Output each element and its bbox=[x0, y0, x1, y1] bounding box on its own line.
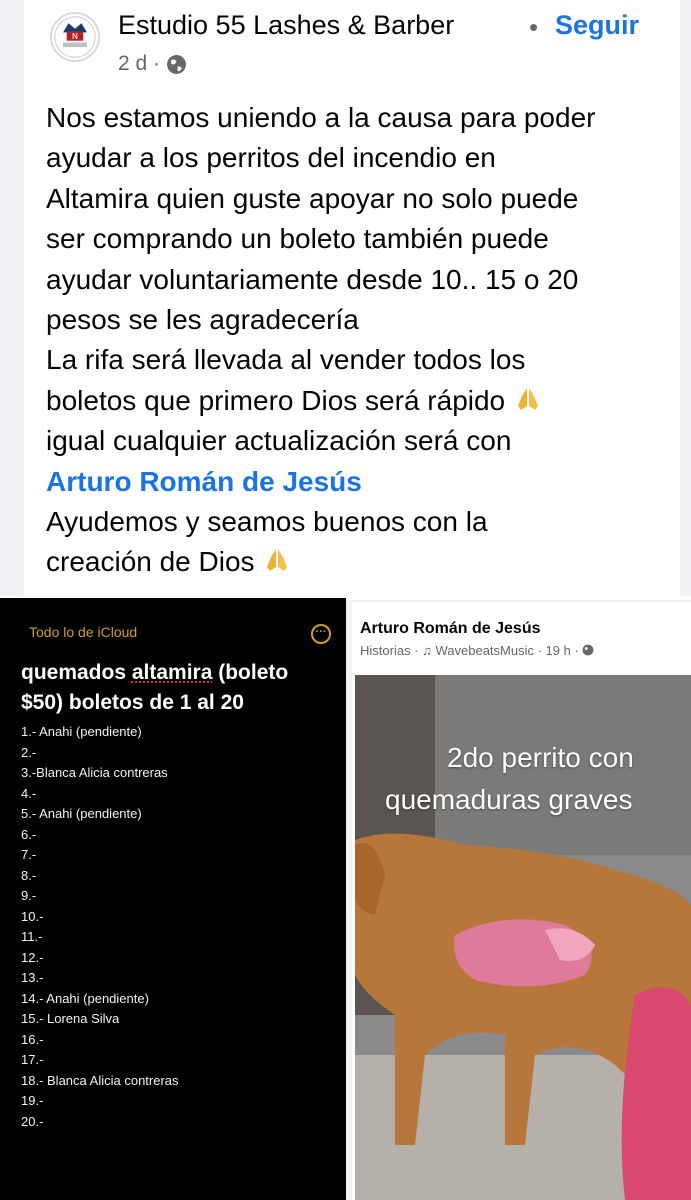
caption-line: quemaduras graves bbox=[385, 784, 633, 815]
story-caption: 2do perrito con quemaduras graves bbox=[355, 737, 691, 821]
mention-link[interactable]: Arturo Román de Jesús bbox=[46, 466, 362, 497]
notes-screenshot-image[interactable]: Todo lo de iCloud ··· quemados altamira … bbox=[0, 598, 346, 1200]
post-line: ser comprando un boleto también puede bbox=[46, 223, 549, 255]
notes-title: quemados altamira (boleto $50) boletos d… bbox=[21, 658, 341, 718]
post-line: La rifa será llevada al vender todos los bbox=[46, 344, 526, 376]
ticket-item: 11.- bbox=[21, 929, 43, 944]
barber-logo-icon: N bbox=[54, 16, 96, 58]
post-line: Ayudemos y seamos buenos con la bbox=[46, 506, 488, 538]
post-meta: 2 d · bbox=[118, 52, 187, 76]
ticket-item: 10.- bbox=[21, 908, 44, 924]
ticket-item: 3.-Blanca Alicia contreras bbox=[21, 765, 168, 780]
folded-hands-icon bbox=[517, 387, 538, 410]
ticket-item: 1.- Anahi (pendiente) bbox=[21, 724, 142, 739]
post-line: pesos se les agradecería bbox=[46, 304, 359, 336]
ticket-item: 6.- bbox=[21, 826, 37, 842]
ticket-item: 2.- bbox=[21, 744, 37, 760]
notes-title-part: (boleto bbox=[212, 661, 289, 684]
separator-dot: • bbox=[529, 12, 539, 42]
ticket-item: 19.- bbox=[21, 1093, 44, 1108]
follow-button[interactable]: Seguir bbox=[555, 10, 639, 41]
ticket-item: 9.- bbox=[21, 888, 37, 903]
post-line-text: boletos que primero Dios será rápido bbox=[46, 384, 506, 416]
ticket-item: 15.- Lorena Silva bbox=[21, 1011, 120, 1026]
ticket-item: 18.- Blanca Alicia contreras bbox=[21, 1072, 179, 1088]
ticket-item: 7.- bbox=[21, 847, 37, 862]
ticket-item: 5.- Anahi (pendiente) bbox=[21, 806, 142, 821]
ticket-item: 17.- bbox=[21, 1052, 44, 1067]
ticket-item: 8.- bbox=[21, 867, 37, 883]
ticket-item: 16.- bbox=[21, 1031, 44, 1047]
more-options-icon: ··· bbox=[311, 624, 331, 644]
notes-folder-label: Todo lo de iCloud bbox=[29, 624, 138, 640]
ticket-item: 12.- bbox=[21, 949, 44, 965]
caption-line: 2do perrito con bbox=[447, 742, 634, 773]
post-line: boletos que primero Dios será rápido bbox=[46, 381, 676, 421]
story-screenshot-image[interactable]: Arturo Román de Jesús Historias · ♫ Wave… bbox=[352, 602, 691, 1200]
post-line: creación de Dios bbox=[46, 542, 676, 582]
story-author: Arturo Román de Jesús bbox=[360, 620, 541, 637]
globe-icon bbox=[582, 644, 594, 656]
ticket-item: 4.- bbox=[21, 785, 37, 801]
post-line: Altamira quien guste apoyar no solo pued… bbox=[46, 182, 579, 214]
story-meta-text: Historias · ♫ WavebeatsMusic · 19 h · bbox=[360, 643, 583, 658]
dog-photo: 2do perrito con quemaduras graves bbox=[355, 675, 691, 1200]
post-text: Nos estamos uniendo a la causa para pode… bbox=[46, 98, 676, 583]
ticket-item: 13.- bbox=[21, 970, 44, 985]
notes-title-line2: $50) boletos de 1 al 20 bbox=[21, 691, 244, 714]
post-line: igual cualquier actualización será con bbox=[46, 425, 512, 457]
ticket-item: 20.- bbox=[21, 1113, 44, 1129]
post-line: ayudar a los perritos del incendio en bbox=[46, 142, 496, 174]
svg-text:N: N bbox=[72, 31, 78, 41]
folded-hands-icon bbox=[267, 549, 288, 572]
story-meta: Historias · ♫ WavebeatsMusic · 19 h · bbox=[360, 643, 594, 658]
ticket-list: 1.- Anahi (pendiente) 2.- 3.-Blanca Alic… bbox=[21, 722, 179, 1132]
page-name[interactable]: Estudio 55 Lashes & Barber bbox=[118, 10, 454, 41]
post-time[interactable]: 2 d · bbox=[118, 52, 160, 76]
post-line: Arturo Román de Jesús bbox=[46, 462, 676, 502]
ticket-item: 14.- Anahi (pendiente) bbox=[21, 990, 149, 1006]
post-line: ayudar voluntariamente desde 10.. 15 o 2… bbox=[46, 263, 579, 295]
globe-icon bbox=[167, 54, 186, 74]
notes-title-underlined: altamira bbox=[131, 661, 213, 684]
notes-title-part: quemados bbox=[21, 661, 132, 684]
page-avatar[interactable]: N bbox=[50, 12, 100, 62]
post-card: N Estudio 55 Lashes & Barber • Seguir 2 … bbox=[24, 0, 680, 596]
post-line: Nos estamos uniendo a la causa para pode… bbox=[46, 102, 596, 133]
post-line-text: creación de Dios bbox=[46, 546, 255, 578]
